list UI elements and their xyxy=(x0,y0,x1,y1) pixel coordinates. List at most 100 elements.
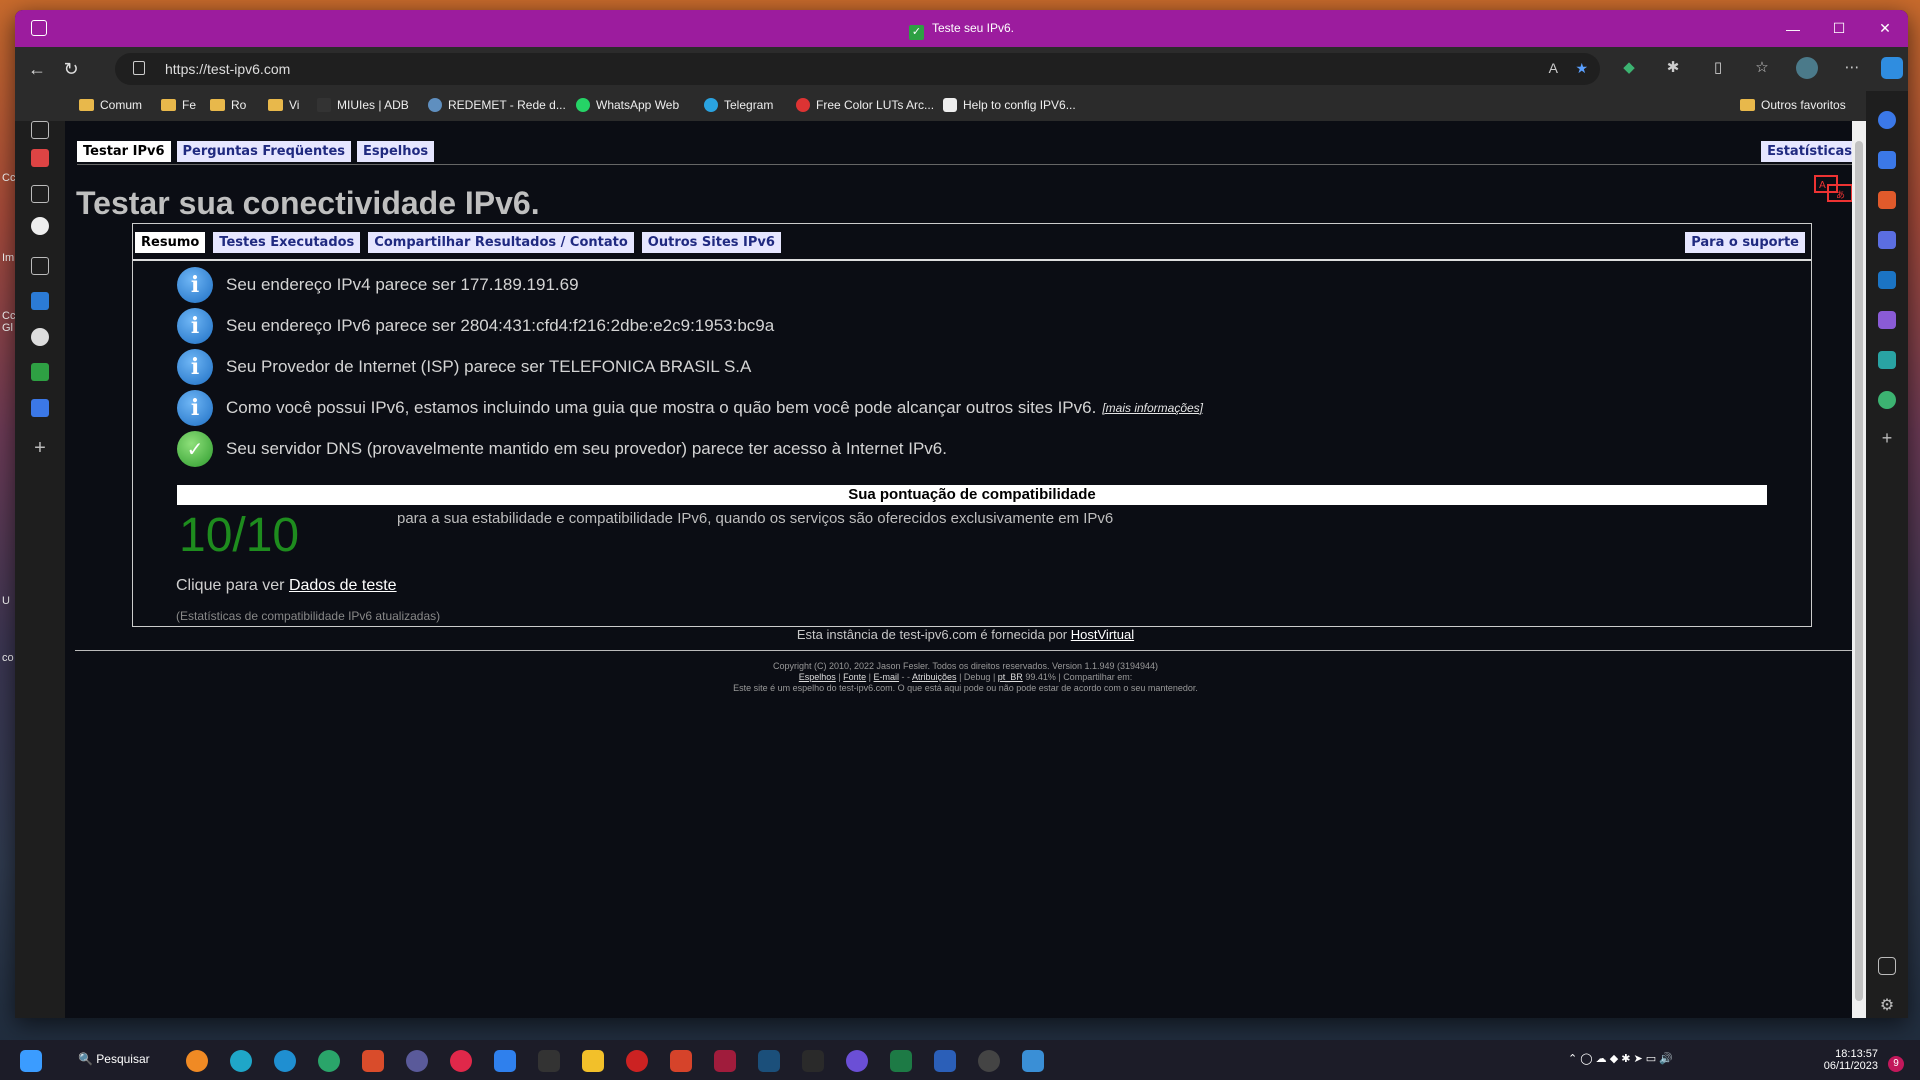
bookmark-fe[interactable]: Fe xyxy=(161,98,196,112)
minimize-button[interactable]: — xyxy=(1770,10,1816,47)
app-icon-firefox[interactable] xyxy=(186,1050,208,1072)
main-nav-tabs: Testar IPv6 Perguntas Freqüentes Espelho… xyxy=(77,141,435,162)
bookmark-miuies[interactable]: MIUIes | ADB xyxy=(317,98,409,112)
app-icon-excel[interactable] xyxy=(890,1050,912,1072)
tree-icon[interactable] xyxy=(1878,391,1896,409)
bookmark-vi[interactable]: Vi xyxy=(268,98,299,112)
tab-github[interactable] xyxy=(31,328,49,346)
tab-test-ipv6[interactable] xyxy=(31,363,49,381)
settings-gear-icon[interactable]: ⚙ xyxy=(1878,997,1896,1015)
bell-icon[interactable] xyxy=(1878,111,1896,129)
footer-link-fonte[interactable]: Fonte xyxy=(843,672,866,682)
tab-google[interactable] xyxy=(31,217,49,235)
copilot-icon[interactable] xyxy=(1881,57,1903,79)
address-bar[interactable]: https://test-ipv6.com A ★ xyxy=(115,53,1600,85)
bookmark-free-color-luts[interactable]: Free Color LUTs Arc... xyxy=(796,98,934,112)
app-icon-store[interactable] xyxy=(494,1050,516,1072)
tab-perguntas-frequentes[interactable]: Perguntas Freqüentes xyxy=(176,141,352,162)
bookmark-ro[interactable]: Ro xyxy=(210,98,246,112)
score-description: para a sua estabilidade e compatibilidad… xyxy=(397,510,1114,527)
hostvirtual-link[interactable]: HostVirtual xyxy=(1071,627,1134,642)
subtab-para-o-suporte[interactable]: Para o suporte xyxy=(1685,232,1805,253)
favorites-icon[interactable]: ☆ xyxy=(1751,57,1773,79)
scrollbar-thumb[interactable] xyxy=(1855,141,1863,1001)
app-icon-edge-beta[interactable] xyxy=(274,1050,296,1072)
new-tab-plus-icon[interactable]: + xyxy=(31,438,49,458)
footer-link-debug[interactable]: Debug xyxy=(964,672,991,682)
test-data-link[interactable]: Dados de teste xyxy=(289,577,397,594)
app-icon-red-app[interactable] xyxy=(626,1050,648,1072)
app-icon-edge[interactable] xyxy=(230,1050,252,1072)
more-info-link[interactable]: [mais informações] xyxy=(1102,401,1203,415)
app-icon-purple-app[interactable] xyxy=(846,1050,868,1072)
subtab-testes-executados[interactable]: Testes Executados xyxy=(213,232,361,253)
extensions-icon[interactable]: ✱ xyxy=(1662,57,1684,79)
back-icon[interactable]: ← xyxy=(25,59,49,80)
favorite-star-icon[interactable]: ★ xyxy=(1575,60,1588,77)
outlook-icon[interactable] xyxy=(1878,271,1896,289)
bookmark-redemet[interactable]: REDEMET - Rede d... xyxy=(428,98,566,112)
send-icon[interactable] xyxy=(1878,351,1896,369)
tab-translate[interactable] xyxy=(31,399,49,417)
tray-icons[interactable]: ⌃ ◯ ☁ ◆ ✱ ➤ ▭ 🔊 xyxy=(1568,1052,1673,1065)
sidebar-layout-icon[interactable] xyxy=(1878,957,1896,975)
more-menu-icon[interactable]: ⋯ xyxy=(1841,57,1863,79)
notification-badge[interactable]: 9 xyxy=(1888,1056,1904,1072)
clock[interactable]: 18:13:57 06/11/2023 xyxy=(1818,1048,1878,1072)
split-screen-icon[interactable]: ▯ xyxy=(1707,57,1729,79)
start-windows-icon[interactable] xyxy=(20,1050,42,1072)
app-icon-edge-dev[interactable] xyxy=(318,1050,340,1072)
language-translate-icon[interactable]: Aあ xyxy=(1814,175,1854,205)
app-icon-remote-desktop[interactable] xyxy=(1022,1050,1044,1072)
subtabs-divider xyxy=(133,259,1811,261)
tab-panel-icon[interactable] xyxy=(31,121,49,139)
luts-icon xyxy=(796,98,810,112)
app-icon-vpn[interactable] xyxy=(406,1050,428,1072)
footer-link-atribuicoes[interactable]: Atribuições xyxy=(912,672,957,682)
footer-link-espelhos[interactable]: Espelhos xyxy=(799,672,836,682)
bookmark-comum[interactable]: Comum xyxy=(79,98,142,112)
app-icon-speedometer[interactable] xyxy=(978,1050,1000,1072)
bookmark-help-ipv6[interactable]: Help to config IPV6... xyxy=(943,98,1076,112)
shield-icon[interactable]: ◆ xyxy=(1618,57,1640,79)
tab-testar-ipv6[interactable]: Testar IPv6 xyxy=(77,141,171,162)
subtab-resumo[interactable]: Resumo xyxy=(135,232,206,253)
refresh-icon[interactable]: ↻ xyxy=(59,59,83,80)
footer-link-email[interactable]: E-mail xyxy=(874,672,900,682)
bookmarks-bar: Comum Fe Ro Vi MIUIes | ADB REDEMET - Re… xyxy=(15,91,1908,121)
app-icon-steam[interactable] xyxy=(758,1050,780,1072)
app-icon-vivaldi[interactable] xyxy=(714,1050,736,1072)
tab-gmail[interactable] xyxy=(31,149,49,167)
app-icon-word[interactable] xyxy=(934,1050,956,1072)
tab-ibb[interactable] xyxy=(31,292,49,310)
app-icon-creative-cloud[interactable] xyxy=(450,1050,472,1072)
tab-estatisticas[interactable]: Estatísticas xyxy=(1761,141,1858,162)
tab-espelhos[interactable]: Espelhos xyxy=(357,141,435,162)
app-icon-orange-app[interactable] xyxy=(362,1050,384,1072)
games-icon[interactable] xyxy=(1878,231,1896,249)
maximize-button[interactable]: ☐ xyxy=(1816,10,1862,47)
bookmark-other-favorites[interactable]: Outros favoritos xyxy=(1740,98,1846,112)
read-aloud-icon[interactable]: A xyxy=(1549,60,1558,76)
designer-icon[interactable] xyxy=(1878,311,1896,329)
toolbox-icon[interactable] xyxy=(1878,191,1896,209)
add-sidebar-plus-icon[interactable]: + xyxy=(1878,429,1896,447)
app-icon-file-explorer[interactable] xyxy=(582,1050,604,1072)
app-icon-epic-games[interactable] xyxy=(802,1050,824,1072)
miui-icon xyxy=(317,98,331,112)
bookmark-telegram[interactable]: Telegram xyxy=(704,98,773,112)
page-scrollbar[interactable] xyxy=(1852,121,1866,1018)
subtab-outros-sites[interactable]: Outros Sites IPv6 xyxy=(641,232,781,253)
taskbar-search[interactable]: 🔍 Pesquisar xyxy=(78,1052,150,1066)
tab-document-icon[interactable] xyxy=(31,185,49,203)
app-icon-terminal[interactable] xyxy=(538,1050,560,1072)
profile-avatar[interactable] xyxy=(1796,57,1818,79)
close-button[interactable]: ✕ xyxy=(1862,10,1908,47)
footer-link-locale[interactable]: pt_BR xyxy=(998,672,1023,682)
share-label: Compartilhar em: xyxy=(1063,672,1133,682)
bookmark-whatsapp[interactable]: WhatsApp Web xyxy=(576,98,679,112)
app-icon-davinci[interactable] xyxy=(670,1050,692,1072)
tag-icon[interactable] xyxy=(1878,151,1896,169)
tab-document-icon[interactable] xyxy=(31,257,49,275)
subtab-compartilhar[interactable]: Compartilhar Resultados / Contato xyxy=(368,232,634,253)
